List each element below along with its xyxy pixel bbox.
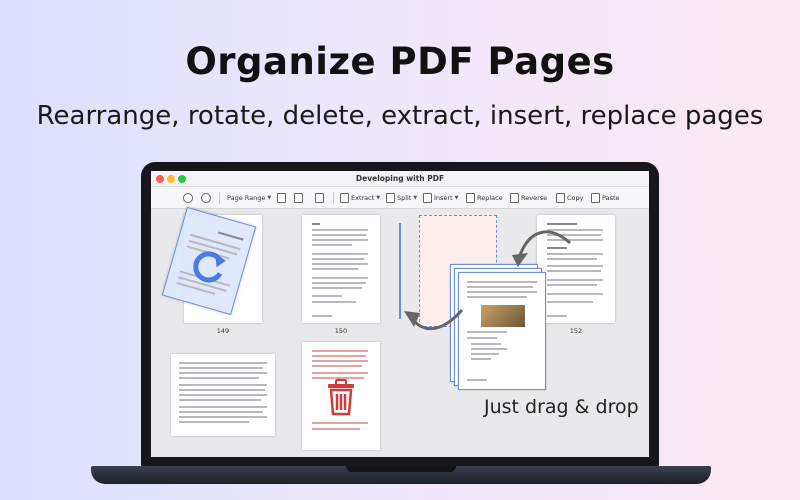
- delete-button[interactable]: [315, 192, 326, 204]
- page-headline: Organize PDF Pages: [185, 40, 615, 83]
- zoom-in-button[interactable]: [183, 192, 195, 204]
- window-titlebar: Developing with PDF: [151, 171, 649, 187]
- page-thumbnail-deleting[interactable]: [302, 342, 380, 450]
- paste-icon: [591, 193, 600, 203]
- copy-icon: [556, 193, 565, 203]
- window-title: Developing with PDF: [355, 174, 445, 183]
- reverse-icon: [510, 193, 519, 203]
- extract-label: Extract: [351, 194, 375, 202]
- copy-label: Copy: [567, 194, 584, 202]
- page-range-dropdown[interactable]: Page Range ▼: [227, 192, 271, 204]
- reverse-label: Reverse: [521, 194, 548, 202]
- insert-icon: [423, 193, 432, 203]
- rotate-right-icon: [294, 193, 303, 203]
- page-subheadline: Rearrange, rotate, delete, extract, inse…: [36, 101, 764, 131]
- toolbar: Page Range ▼ Extract ▼ Split ▼ Insert ▼ Repl…: [151, 187, 649, 209]
- insert-button[interactable]: Insert ▼: [423, 192, 459, 204]
- zoom-out-button[interactable]: [201, 192, 213, 204]
- move-arrows: [404, 230, 572, 331]
- page-range-label: Page Range: [227, 194, 266, 202]
- paste-button[interactable]: Paste: [591, 192, 620, 204]
- zoom-out-icon: [201, 193, 211, 203]
- extract-button[interactable]: Extract ▼: [340, 192, 380, 204]
- drag-drop-caption: Just drag & drop: [484, 396, 639, 418]
- laptop-notch: [346, 466, 456, 472]
- replace-label: Replace: [477, 194, 503, 202]
- split-label: Split: [397, 194, 412, 202]
- insert-label: Insert: [434, 194, 453, 202]
- replace-icon: [466, 193, 475, 203]
- trash-icon: [315, 193, 324, 203]
- trash-delete-icon: [328, 379, 354, 416]
- page-number-149: 149: [216, 327, 230, 335]
- zoom-in-icon: [183, 193, 193, 203]
- rotate-left-icon: [277, 193, 286, 203]
- split-button[interactable]: Split ▼: [386, 192, 417, 204]
- reverse-button[interactable]: Reverse: [510, 192, 547, 204]
- page-thumbnail-150[interactable]: [302, 215, 380, 323]
- rotate-left-button[interactable]: [277, 192, 288, 204]
- rotate-right-button[interactable]: [294, 192, 305, 204]
- replace-button[interactable]: Replace: [466, 192, 503, 204]
- page-number-150: 150: [334, 327, 348, 335]
- copy-button[interactable]: Copy: [556, 192, 584, 204]
- paste-label: Paste: [602, 194, 620, 202]
- split-icon: [386, 193, 395, 203]
- page-thumbnail-landscape[interactable]: [171, 354, 275, 436]
- extract-icon: [340, 193, 349, 203]
